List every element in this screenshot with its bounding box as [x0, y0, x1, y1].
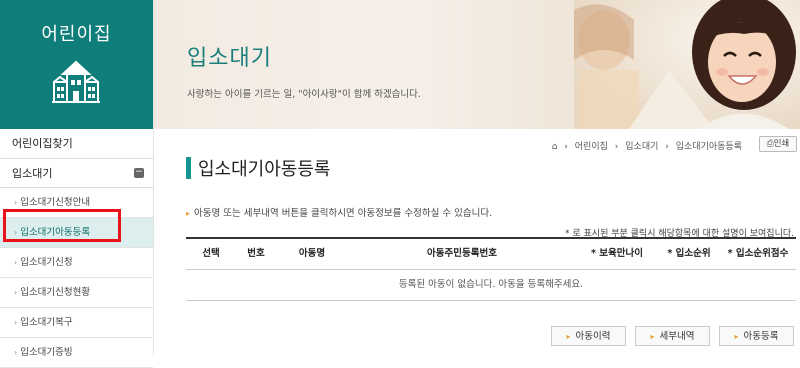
print-label: 인쇄: [773, 139, 790, 149]
breadcrumb-separator: ›: [665, 142, 669, 152]
sidebar-subitem-label: 입소대기복구: [20, 317, 73, 328]
notice-text: 아동명 또는 세부내역 버튼을 클릭하시면 아동정보를 수정하실 수 있습니다.: [194, 208, 493, 219]
arrow-right-icon: ▸: [734, 332, 739, 341]
table-header-row: 선택 번호 아동명 아동주민등록번호 * 보육만나이 * 입소순위 * 입소순위…: [186, 239, 796, 270]
button-label: 아동이력: [575, 331, 611, 342]
sidebar-subitem-status[interactable]: › 입소대기신청현황: [0, 278, 153, 308]
header-priority-score[interactable]: * 입소순위점수: [720, 239, 796, 269]
side-menu: 어린이집찾기 입소대기 − › 입소대기신청안내 › 입소대기아동등록 › 입소대기신…: [0, 129, 153, 368]
child-history-button[interactable]: ▸ 아동이력: [551, 326, 626, 346]
sidebar-subitem-label: 입소대기신청안내: [20, 197, 91, 208]
bullet-arrow-icon: ›: [14, 348, 18, 357]
bullet-arrow-icon: ›: [14, 288, 18, 297]
child-photo: [574, 0, 800, 129]
home-icon[interactable]: ⌂: [552, 142, 558, 152]
banner-title: 입소대기: [187, 46, 272, 71]
button-label: 세부내역: [659, 331, 695, 342]
print-icon: ⎙: [766, 139, 774, 149]
collapse-icon[interactable]: −: [134, 168, 144, 178]
print-button[interactable]: ⎙인쇄: [759, 136, 797, 152]
sidebar-subitem-apply[interactable]: › 입소대기신청: [0, 248, 153, 278]
sidebar-item-label: 입소대기: [12, 167, 53, 180]
bullet-arrow-icon: ›: [14, 258, 18, 267]
breadcrumb-item[interactable]: 입소대기아동등록: [676, 142, 742, 152]
button-label: 아동등록: [743, 331, 779, 342]
sidebar: 어린이집 어린이집찾기 입소대기 − › 입소대기신청안내 › 입소대기아동등록…: [0, 0, 153, 368]
breadcrumb-separator: ›: [614, 142, 619, 152]
bullet-arrow-icon: ▸: [186, 209, 191, 218]
banner: 입소대기 사랑하는 아이를 기르는 일, "아이사랑"이 함께 하겠습니다.: [154, 0, 800, 129]
page-title: 입소대기아동등록: [198, 159, 331, 180]
sidebar-item-waiting[interactable]: 입소대기 −: [0, 159, 153, 188]
register-child-button[interactable]: ▸ 아동등록: [719, 326, 794, 346]
sidebar-item-label: 어린이집찾기: [12, 137, 73, 150]
banner-subtitle: 사랑하는 아이를 기르는 일, "아이사랑"이 함께 하겠습니다.: [187, 89, 421, 100]
sidebar-subitem-label: 입소대기증빙: [20, 347, 73, 358]
breadcrumb-item[interactable]: 입소대기: [625, 142, 658, 152]
sidebar-subitem-proof[interactable]: › 입소대기증빙: [0, 338, 153, 368]
sidebar-item-find-daycare[interactable]: 어린이집찾기: [0, 129, 153, 159]
notice: ▸ 아동명 또는 세부내역 버튼을 클릭하시면 아동정보를 수정하실 수 있습니다…: [186, 205, 492, 219]
bullet-arrow-icon: ›: [14, 198, 18, 207]
sidebar-subitem-restore[interactable]: › 입소대기복구: [0, 308, 153, 338]
action-buttons: ▸ 아동이력 ▸ 세부내역 ▸ 아동등록: [551, 326, 794, 346]
logo-title: 어린이집: [41, 24, 112, 45]
sidebar-subitem-label: 입소대기신청현황: [20, 287, 91, 298]
header-priority[interactable]: * 입소순위: [658, 239, 720, 269]
sidebar-subitem-label: 입소대기신청: [20, 257, 73, 268]
logo-panel[interactable]: 어린이집: [0, 0, 153, 129]
header-number: 번호: [247, 248, 265, 259]
breadcrumb-separator: ›: [564, 142, 568, 152]
child-table: 선택 번호 아동명 아동주민등록번호 * 보육만나이 * 입소순위 * 입소순위…: [186, 237, 796, 301]
details-button[interactable]: ▸ 세부내역: [635, 326, 710, 346]
page-title-accent: [186, 157, 191, 179]
arrow-right-icon: ▸: [650, 332, 655, 341]
content: ⌂ › 어린이집 › 입소대기 › 입소대기아동등록 ⎙인쇄 입소대기아동등록 …: [154, 129, 800, 355]
header-child-name: 아동명: [298, 248, 326, 259]
bullet-arrow-icon: ›: [14, 318, 18, 327]
building-icon: [52, 60, 100, 103]
breadcrumb: ⌂ › 어린이집 › 입소대기 › 입소대기아동등록: [548, 139, 742, 152]
table-empty-row: 등록된 아동이 없습니다. 아동을 등록해주세요.: [186, 270, 796, 301]
breadcrumb-item[interactable]: 어린이집: [575, 142, 608, 152]
header-age[interactable]: * 보육만나이: [576, 239, 658, 269]
header-select: 선택: [202, 248, 220, 259]
header-resident-number: 아동주민등록번호: [427, 248, 497, 259]
arrow-right-icon: ▸: [566, 332, 571, 341]
highlight-box: [3, 209, 121, 242]
